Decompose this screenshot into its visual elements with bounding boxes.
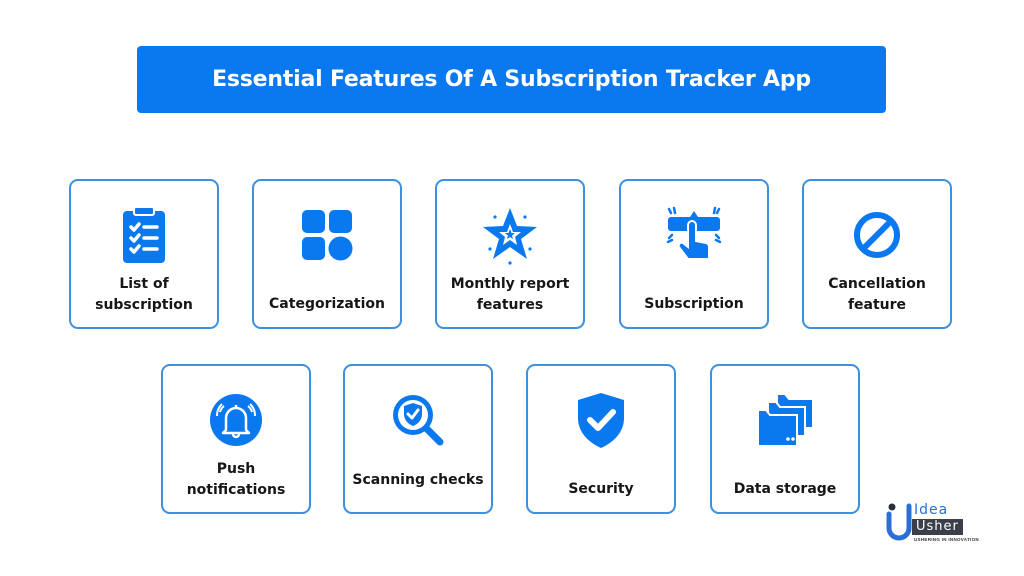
- feature-label: Categorization: [269, 296, 385, 312]
- folders-icon: [755, 390, 815, 450]
- logo-mark-icon: [886, 503, 912, 541]
- logo-text-idea: Idea: [914, 502, 949, 518]
- feature-card-scanning-checks: Scanning checks: [343, 364, 493, 514]
- feature-label: List of subscription: [95, 276, 193, 313]
- logo-text-usher: Usher: [912, 519, 963, 535]
- feature-label: Security: [568, 481, 634, 497]
- feature-card-monthly-report: Monthly report features: [435, 179, 585, 329]
- feature-card-categorization: Categorization: [252, 179, 402, 329]
- tap-button-icon: [664, 205, 724, 265]
- feature-card-list-of-subscription: List of subscription: [69, 179, 219, 329]
- clipboard-checklist-icon: [114, 205, 174, 265]
- feature-label: Cancellation feature: [828, 276, 926, 313]
- feature-label: Push notifications: [186, 461, 286, 498]
- category-grid-icon: [297, 205, 357, 265]
- feature-label: Scanning checks: [352, 471, 484, 488]
- feature-label: Subscription: [644, 296, 744, 312]
- idea-usher-logo: Idea Usher USHERING IN INNOVATION: [886, 502, 986, 544]
- star-icon: [480, 205, 540, 265]
- logo-tagline: USHERING IN INNOVATION: [914, 537, 979, 542]
- title-banner: Essential Features Of A Subscription Tra…: [137, 46, 886, 113]
- shield-check-icon: [571, 390, 631, 450]
- feature-label: Monthly report features: [450, 276, 570, 313]
- prohibited-icon: [847, 205, 907, 265]
- feature-card-security: Security: [526, 364, 676, 514]
- feature-card-cancellation: Cancellation feature: [802, 179, 952, 329]
- bell-icon: [206, 390, 266, 450]
- feature-card-subscription: Subscription: [619, 179, 769, 329]
- feature-label: Data storage: [733, 481, 837, 497]
- feature-card-push-notifications: Push notifications: [161, 364, 311, 514]
- feature-card-data-storage: Data storage: [710, 364, 860, 514]
- page-title: Essential Features Of A Subscription Tra…: [212, 67, 811, 92]
- magnifier-shield-icon: [388, 390, 448, 450]
